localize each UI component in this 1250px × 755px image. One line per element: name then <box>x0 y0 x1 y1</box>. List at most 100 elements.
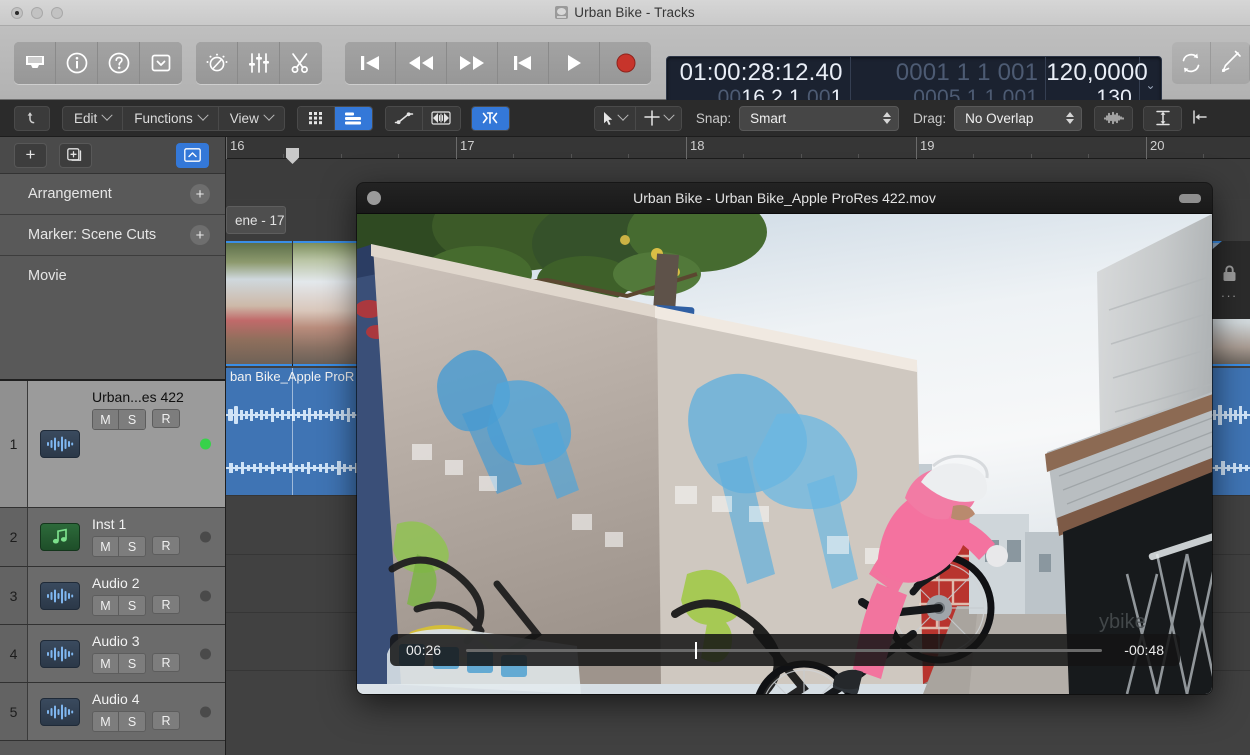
movie-transport-bar[interactable]: 00:26 -00:48 <box>390 634 1180 666</box>
record-enable-button[interactable]: R <box>152 711 180 730</box>
track-header-2[interactable]: 2 Inst 1 M S R <box>0 508 225 567</box>
lock-icon <box>1221 264 1238 283</box>
record-enable-button[interactable]: R <box>152 595 180 614</box>
library-button[interactable] <box>14 42 56 84</box>
flex-button[interactable] <box>423 107 460 130</box>
cycle-button[interactable] <box>1172 42 1211 84</box>
editors-button[interactable] <box>280 42 322 84</box>
drag-dropdown[interactable]: No Overlap <box>954 106 1082 131</box>
toolbar-toggle-button[interactable] <box>140 42 182 84</box>
go-to-end-button[interactable] <box>498 42 549 84</box>
window-title-wrap: Urban Bike - Tracks <box>0 5 1250 20</box>
input-monitor-indicator[interactable] <box>200 706 211 717</box>
catch-playhead-button[interactable] <box>472 107 509 130</box>
add-track-button[interactable]: + <box>14 143 47 168</box>
record-enable-button[interactable]: R <box>152 653 180 672</box>
duplicate-track-button[interactable] <box>59 143 92 168</box>
movie-resize-handle[interactable] <box>1179 194 1201 203</box>
input-monitor-indicator[interactable] <box>200 532 211 543</box>
track-body[interactable]: Inst 1 M S R <box>28 508 225 566</box>
quick-help-button[interactable] <box>98 42 140 84</box>
mute-button[interactable]: M <box>93 654 119 673</box>
input-monitor-indicator[interactable] <box>200 590 211 601</box>
solo-button[interactable]: S <box>119 410 145 429</box>
movie-window[interactable]: Urban Bike - Urban Bike_Apple ProRes 422… <box>357 183 1212 694</box>
movie-region-lock[interactable]: ... <box>1208 241 1250 319</box>
grid-view-button[interactable] <box>298 107 335 130</box>
track-body[interactable]: Audio 2 M S R <box>28 567 225 624</box>
menu-edit[interactable]: Edit <box>63 107 123 130</box>
add-arrangement-marker-button[interactable]: + <box>190 184 210 204</box>
pencil-icon[interactable] <box>1211 42 1250 84</box>
snap-dropdown[interactable]: Smart <box>739 106 899 131</box>
arrangement-label: Arrangement <box>28 186 112 202</box>
global-tracks-button[interactable] <box>176 143 209 168</box>
track-name[interactable]: Audio 3 <box>92 633 225 649</box>
track-body[interactable]: Urban...es 422 M S R <box>28 381 225 507</box>
mixer-button[interactable] <box>238 42 280 84</box>
go-to-beginning-button[interactable] <box>345 42 396 84</box>
record-enable-button[interactable]: R <box>152 536 180 555</box>
global-track-movie[interactable]: Movie <box>0 256 225 381</box>
track-name[interactable]: Inst 1 <box>92 516 225 532</box>
movie-video-frame[interactable]: ybike <box>357 214 1212 694</box>
track-header-3[interactable]: 3 Audio 2 M S R <box>0 567 225 625</box>
list-view-button[interactable] <box>335 107 372 130</box>
audio-region[interactable] <box>1206 368 1250 495</box>
solo-button[interactable]: S <box>119 712 145 731</box>
global-track-marker[interactable]: Marker: Scene Cuts + <box>0 215 225 256</box>
track-header-1[interactable]: 1 Urban...es 422 M S R <box>0 381 225 508</box>
movie-scrubber[interactable] <box>466 649 1102 652</box>
ruler[interactable]: 16 17 18 19 20 <box>226 137 1250 159</box>
track-name[interactable]: Audio 4 <box>92 691 225 707</box>
track-body[interactable]: Audio 3 M S R <box>28 625 225 682</box>
zoom-to-fit-button[interactable] <box>1192 109 1208 128</box>
automation-button[interactable] <box>386 107 423 130</box>
menu-view-label: View <box>230 111 259 126</box>
movie-window-titlebar[interactable]: Urban Bike - Urban Bike_Apple ProRes 422… <box>357 183 1212 214</box>
solo-button[interactable]: S <box>119 654 145 673</box>
inspector-button[interactable] <box>56 42 98 84</box>
track-body[interactable]: Audio 4 M S R <box>28 683 225 740</box>
lcd-tempo: 120,0000 <box>1046 59 1132 87</box>
record-button[interactable] <box>600 42 651 84</box>
waveform-zoom-button[interactable] <box>1095 107 1132 130</box>
input-monitor-indicator[interactable] <box>200 648 211 659</box>
track-number: 3 <box>0 567 28 624</box>
ruler-label: 16 <box>226 138 244 153</box>
movie-playhead-knob[interactable] <box>695 642 697 659</box>
undo-arrow-icon[interactable] <box>14 106 50 131</box>
marker-track-label: Marker: Scene Cuts <box>28 227 156 243</box>
record-enable-button[interactable]: R <box>152 409 180 428</box>
input-monitor-indicator[interactable] <box>200 439 211 450</box>
marquee-tool[interactable] <box>636 107 681 130</box>
track-header-5[interactable]: 5 Audio 4 M S R <box>0 683 225 741</box>
marker-region[interactable]: ene - 17 <box>226 206 286 234</box>
audio-track-icon <box>40 640 80 668</box>
track-name[interactable]: Urban...es 422 <box>92 389 225 405</box>
menu-functions[interactable]: Functions <box>123 107 219 130</box>
mute-button[interactable]: M <box>93 712 119 731</box>
chevron-updown-icon <box>1066 112 1074 124</box>
smart-controls-button[interactable] <box>196 42 238 84</box>
solo-button[interactable]: S <box>119 537 145 556</box>
track-header-4[interactable]: 4 Audio 3 M S R <box>0 625 225 683</box>
add-marker-button[interactable]: + <box>190 225 210 245</box>
chevron-down-icon <box>197 110 208 121</box>
pointer-tool[interactable] <box>595 107 636 130</box>
global-track-arrangement[interactable]: Arrangement + <box>0 174 225 215</box>
mute-button[interactable]: M <box>93 410 119 429</box>
movie-track-label: Movie <box>28 268 67 284</box>
solo-button[interactable]: S <box>119 596 145 615</box>
movie-close-button[interactable] <box>367 191 381 205</box>
fast-forward-button[interactable] <box>447 42 498 84</box>
play-button[interactable] <box>549 42 600 84</box>
menu-view[interactable]: View <box>219 107 284 130</box>
vertical-zoom-button[interactable] <box>1144 107 1181 130</box>
rewind-button[interactable] <box>396 42 447 84</box>
mute-button[interactable]: M <box>93 596 119 615</box>
chevron-down-icon <box>263 110 274 121</box>
mute-button[interactable]: M <box>93 537 119 556</box>
movie-region-more[interactable]: ... <box>1221 290 1238 296</box>
track-name[interactable]: Audio 2 <box>92 575 225 591</box>
